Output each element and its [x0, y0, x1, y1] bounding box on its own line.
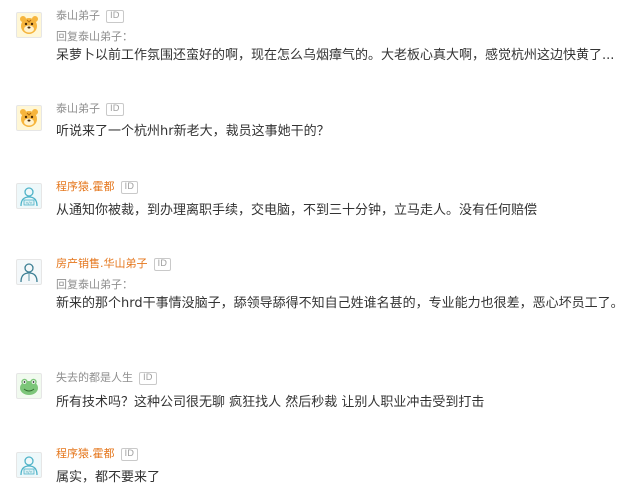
comment-text: 听说来了一个杭州hr新老大，裁员这事她干的？ [56, 124, 330, 139]
reply-suffix: ： [122, 278, 133, 291]
comment-text: 属实，都不要来了 [56, 470, 161, 485]
id-badge: ID [120, 180, 139, 194]
reply-target-name[interactable]: 泰山弟子 [78, 30, 122, 43]
comment-username[interactable]: 泰山弟子 [56, 8, 100, 24]
comment-username[interactable]: 程序猿.霍都 [56, 446, 115, 462]
reply-suffix: ： [122, 30, 133, 43]
comment-text: 所有技术吗？这种公司很无聊 疯狂找人 然后秒裁 让别人职业冲击受到打击 [56, 395, 485, 410]
comment-text: 从通知你被裁，到办理离职手续，交电脑，不到三十分钟，立马走人。没有任何赔偿 [56, 203, 538, 218]
programmer-avatar-icon[interactable]: </> [16, 452, 42, 478]
comment-username[interactable]: 房产销售.华山弟子 [56, 256, 148, 272]
tiger-avatar-icon[interactable] [16, 105, 42, 131]
id-badge: ID [153, 257, 172, 271]
person-avatar-icon[interactable] [16, 259, 42, 285]
tiger-avatar-icon[interactable] [16, 12, 42, 38]
reply-reference: 回复泰山弟子： [56, 277, 133, 293]
comment-text: 呆萝卜以前工作氛围还蛮好的啊，现在怎么乌烟瘴气的。大老板心真大啊，感觉杭州这边快… [56, 48, 615, 63]
reply-reference: 回复泰山弟子： [56, 29, 133, 45]
id-badge: ID [106, 9, 124, 23]
comment-username[interactable]: 程序猿.霍都 [56, 179, 115, 195]
svg-text:</>: </> [26, 201, 32, 205]
id-badge: ID [106, 102, 124, 116]
reply-prefix: 回复 [56, 30, 78, 43]
comment-text: 新来的那个hrd干事情没脑子，舔领导舔得不知自己姓谁名甚的，专业能力也很差，恶心… [56, 296, 624, 311]
programmer-avatar-icon[interactable]: </> [16, 183, 42, 209]
id-badge: ID [120, 447, 139, 461]
id-badge: ID [139, 371, 157, 385]
reply-target-name[interactable]: 泰山弟子 [78, 278, 122, 291]
frog-avatar-icon[interactable] [16, 373, 42, 399]
reply-prefix: 回复 [56, 278, 78, 291]
svg-text:</>: </> [26, 470, 32, 474]
comment-username[interactable]: 失去的都是人生 [56, 370, 133, 386]
comment-username[interactable]: 泰山弟子 [56, 101, 100, 117]
